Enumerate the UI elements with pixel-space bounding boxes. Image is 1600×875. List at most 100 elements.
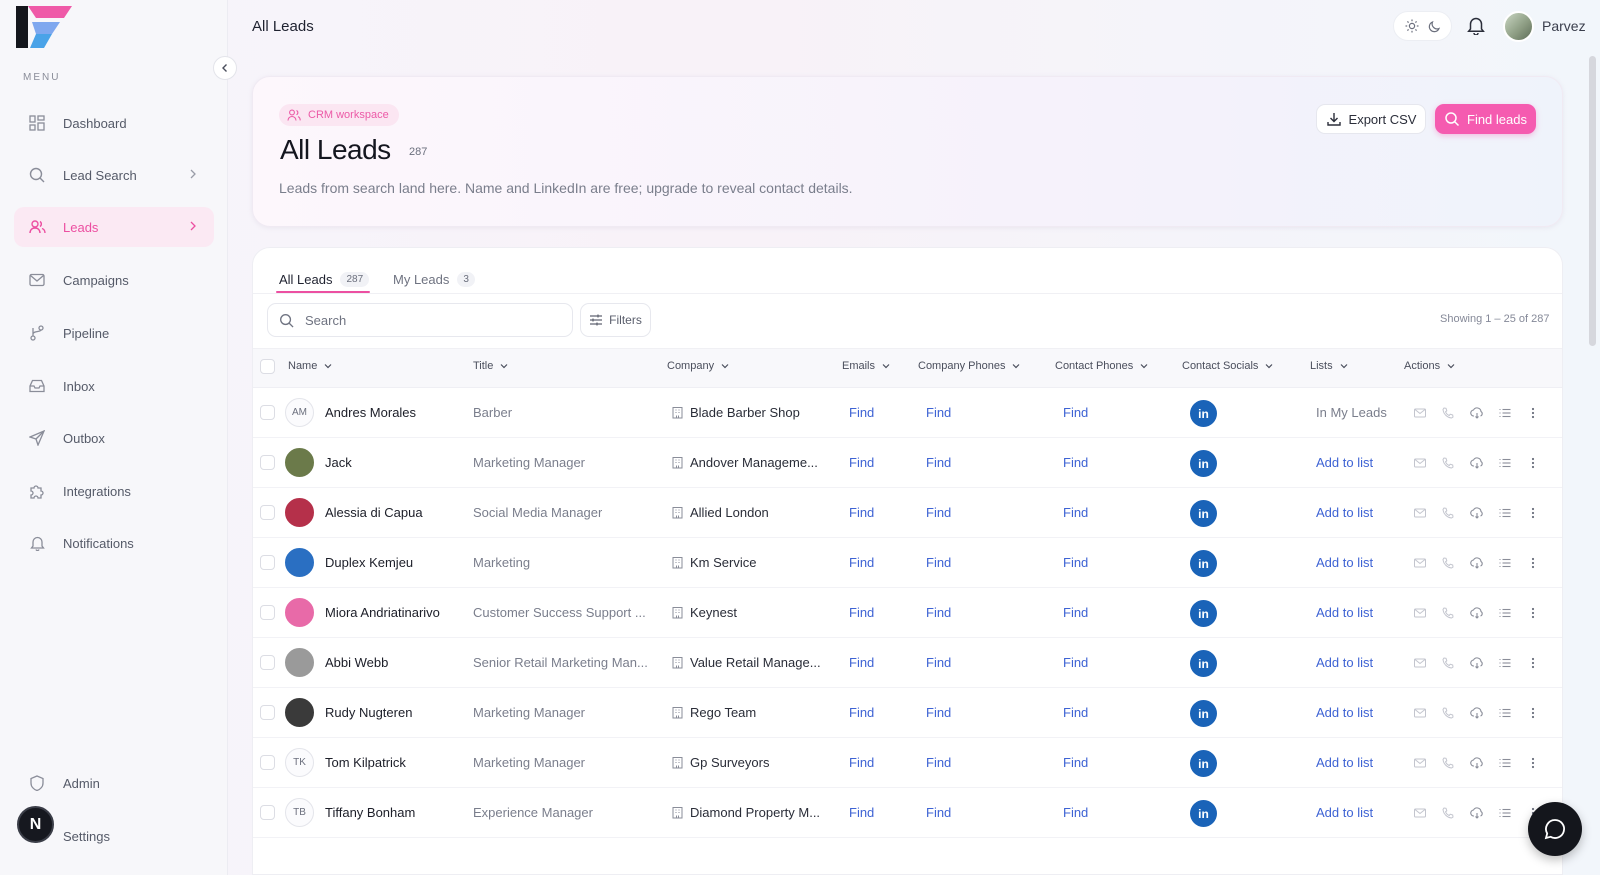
sidebar-item-admin[interactable]: Admin: [14, 763, 214, 803]
list-icon[interactable]: [1498, 706, 1512, 720]
column-header[interactable]: Lists: [1310, 360, 1349, 372]
find-email-link[interactable]: Find: [849, 655, 874, 670]
lead-name[interactable]: Miora Andriatinarivo: [325, 605, 440, 620]
column-header[interactable]: Company: [667, 360, 730, 372]
list-status[interactable]: Add to list: [1316, 705, 1373, 720]
find-email-link[interactable]: Find: [849, 805, 874, 820]
notifications-bell-icon[interactable]: [1466, 15, 1486, 35]
find-company-phone-link[interactable]: Find: [926, 505, 951, 520]
cloud-download-icon[interactable]: [1470, 806, 1484, 820]
find-company-phone-link[interactable]: Find: [926, 605, 951, 620]
user-initial-avatar[interactable]: N: [17, 806, 54, 843]
lead-name[interactable]: Abbi Webb: [325, 655, 388, 670]
phone-icon[interactable]: [1441, 406, 1455, 420]
more-vertical-icon[interactable]: [1526, 556, 1540, 570]
row-checkbox[interactable]: [260, 605, 275, 620]
more-vertical-icon[interactable]: [1526, 756, 1540, 770]
phone-icon[interactable]: [1441, 556, 1455, 570]
find-company-phone-link[interactable]: Find: [926, 805, 951, 820]
cloud-download-icon[interactable]: [1470, 606, 1484, 620]
column-header[interactable]: Contact Phones: [1055, 360, 1149, 372]
more-vertical-icon[interactable]: [1526, 406, 1540, 420]
more-vertical-icon[interactable]: [1526, 606, 1540, 620]
find-email-link[interactable]: Find: [849, 605, 874, 620]
row-checkbox[interactable]: [260, 455, 275, 470]
mail-icon[interactable]: [1413, 606, 1427, 620]
export-csv-button[interactable]: Export CSV: [1316, 104, 1426, 134]
list-icon[interactable]: [1498, 656, 1512, 670]
find-email-link[interactable]: Find: [849, 405, 874, 420]
linkedin-icon[interactable]: in: [1190, 600, 1217, 627]
mail-icon[interactable]: [1413, 556, 1427, 570]
linkedin-icon[interactable]: in: [1190, 700, 1217, 727]
find-email-link[interactable]: Find: [849, 455, 874, 470]
find-company-phone-link[interactable]: Find: [926, 405, 951, 420]
row-checkbox[interactable]: [260, 505, 275, 520]
list-status[interactable]: Add to list: [1316, 755, 1373, 770]
find-email-link[interactable]: Find: [849, 555, 874, 570]
search-input[interactable]: Search: [267, 303, 573, 337]
phone-icon[interactable]: [1441, 706, 1455, 720]
list-status[interactable]: Add to list: [1316, 605, 1373, 620]
more-vertical-icon[interactable]: [1526, 456, 1540, 470]
user-avatar[interactable]: [1503, 11, 1534, 42]
mail-icon[interactable]: [1413, 756, 1427, 770]
mail-icon[interactable]: [1413, 456, 1427, 470]
cloud-download-icon[interactable]: [1470, 706, 1484, 720]
lead-name[interactable]: Andres Morales: [325, 405, 416, 420]
find-contact-phone-link[interactable]: Find: [1063, 505, 1088, 520]
mail-icon[interactable]: [1413, 806, 1427, 820]
find-company-phone-link[interactable]: Find: [926, 705, 951, 720]
lead-name[interactable]: Tiffany Bonham: [325, 805, 415, 820]
column-header[interactable]: Company Phones: [918, 360, 1021, 372]
select-all-checkbox[interactable]: [260, 359, 275, 374]
list-status[interactable]: Add to list: [1316, 805, 1373, 820]
sidebar-item-inbox[interactable]: Inbox: [14, 366, 214, 406]
linkedin-icon[interactable]: in: [1190, 800, 1217, 827]
list-status[interactable]: Add to list: [1316, 555, 1373, 570]
phone-icon[interactable]: [1441, 606, 1455, 620]
sidebar-item-lead-search[interactable]: Lead Search: [14, 155, 214, 195]
phone-icon[interactable]: [1441, 806, 1455, 820]
row-checkbox[interactable]: [260, 755, 275, 770]
column-header[interactable]: Contact Socials: [1182, 360, 1274, 372]
tab-all-leads[interactable]: All Leads 287: [279, 266, 370, 292]
phone-icon[interactable]: [1441, 656, 1455, 670]
lead-name[interactable]: Alessia di Capua: [325, 505, 423, 520]
row-checkbox[interactable]: [260, 805, 275, 820]
list-icon[interactable]: [1498, 806, 1512, 820]
column-header[interactable]: Emails: [842, 360, 891, 372]
list-icon[interactable]: [1498, 506, 1512, 520]
lead-name[interactable]: Rudy Nugteren: [325, 705, 412, 720]
sidebar-item-campaigns[interactable]: Campaigns: [14, 260, 214, 300]
lead-name[interactable]: Jack: [325, 455, 352, 470]
sidebar-item-dashboard[interactable]: Dashboard: [14, 103, 214, 143]
find-contact-phone-link[interactable]: Find: [1063, 655, 1088, 670]
more-vertical-icon[interactable]: [1526, 506, 1540, 520]
row-checkbox[interactable]: [260, 555, 275, 570]
find-email-link[interactable]: Find: [849, 505, 874, 520]
column-header[interactable]: Actions: [1404, 360, 1456, 372]
find-contact-phone-link[interactable]: Find: [1063, 705, 1088, 720]
mail-icon[interactable]: [1413, 706, 1427, 720]
linkedin-icon[interactable]: in: [1190, 400, 1217, 427]
collapse-sidebar-button[interactable]: [213, 56, 237, 80]
cloud-download-icon[interactable]: [1470, 756, 1484, 770]
list-status[interactable]: Add to list: [1316, 455, 1373, 470]
find-email-link[interactable]: Find: [849, 705, 874, 720]
list-icon[interactable]: [1498, 556, 1512, 570]
lead-name[interactable]: Duplex Kemjeu: [325, 555, 413, 570]
cloud-download-icon[interactable]: [1470, 656, 1484, 670]
more-vertical-icon[interactable]: [1526, 706, 1540, 720]
cloud-download-icon[interactable]: [1470, 506, 1484, 520]
find-company-phone-link[interactable]: Find: [926, 655, 951, 670]
sun-icon[interactable]: [1405, 19, 1419, 33]
mail-icon[interactable]: [1413, 406, 1427, 420]
moon-icon[interactable]: [1428, 20, 1441, 33]
sidebar-item-notifications[interactable]: Notifications: [14, 523, 214, 563]
cloud-download-icon[interactable]: [1470, 406, 1484, 420]
scrollbar[interactable]: [1589, 56, 1596, 346]
list-icon[interactable]: [1498, 606, 1512, 620]
phone-icon[interactable]: [1441, 756, 1455, 770]
tab-my-leads[interactable]: My Leads 3: [393, 266, 475, 292]
